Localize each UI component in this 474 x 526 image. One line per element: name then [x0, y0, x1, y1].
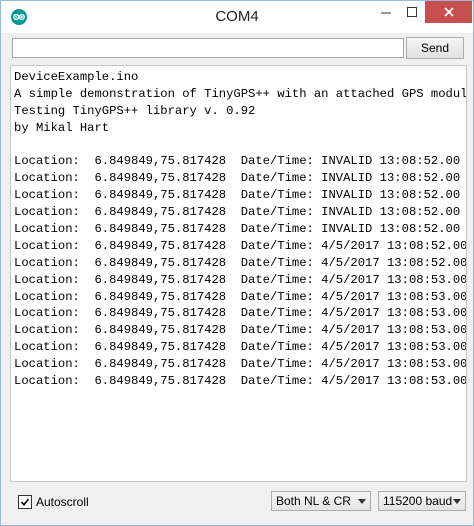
- output-line: Location: 6.849849,75.817428 Date/Time: …: [14, 222, 461, 237]
- output-line: Location: 6.849849,75.817428 Date/Time: …: [14, 289, 467, 304]
- output-text: DeviceExample.ino A simple demonstration …: [14, 69, 466, 390]
- line-ending-select[interactable]: Both NL & CR: [271, 491, 371, 511]
- close-icon: [443, 7, 454, 17]
- output-line: A simple demonstration of TinyGPS++ with…: [14, 86, 467, 101]
- send-row: Send: [1, 33, 473, 63]
- output-line: Location: 6.849849,75.817428 Date/Time: …: [14, 188, 461, 203]
- baud-rate-select[interactable]: 115200 baud: [378, 491, 466, 511]
- checkmark-icon: [20, 498, 30, 507]
- maximize-icon: [407, 7, 417, 17]
- output-line: Location: 6.849849,75.817428 Date/Time: …: [14, 323, 467, 338]
- minimize-icon: [381, 12, 391, 14]
- maximize-button[interactable]: [399, 1, 425, 23]
- bottom-bar: Autoscroll Both NL & CR 115200 baud: [1, 485, 473, 525]
- output-line: Location: 6.849849,75.817428 Date/Time: …: [14, 238, 467, 253]
- send-button[interactable]: Send: [406, 37, 464, 59]
- line-ending-value: Both NL & CR: [276, 494, 351, 508]
- output-line: Location: 6.849849,75.817428 Date/Time: …: [14, 255, 467, 270]
- minimize-button[interactable]: [373, 1, 399, 23]
- output-line: Testing TinyGPS++ library v. 0.92: [14, 103, 256, 118]
- autoscroll-toggle[interactable]: Autoscroll: [18, 495, 89, 509]
- output-line: Location: 6.849849,75.817428 Date/Time: …: [14, 171, 461, 186]
- close-button[interactable]: [425, 1, 472, 23]
- output-line: DeviceExample.ino: [14, 70, 139, 84]
- output-line: Location: 6.849849,75.817428 Date/Time: …: [14, 272, 467, 287]
- output-line: Location: 6.849849,75.817428 Date/Time: …: [14, 340, 467, 355]
- serial-input[interactable]: [12, 38, 404, 58]
- chevron-down-icon: [358, 499, 366, 504]
- title-bar[interactable]: COM4: [1, 1, 473, 33]
- chevron-down-icon: [453, 499, 461, 504]
- baud-rate-value: 115200 baud: [383, 494, 453, 508]
- serial-monitor-window: COM4 Send DeviceExample.ino A simple demo…: [0, 0, 474, 526]
- output-line: Location: 6.849849,75.817428 Date/Time: …: [14, 154, 461, 169]
- autoscroll-label: Autoscroll: [36, 495, 89, 509]
- output-line: Location: 6.849849,75.817428 Date/Time: …: [14, 374, 467, 389]
- output-line: by Mikal Hart: [14, 120, 110, 135]
- output-line: Location: 6.849849,75.817428 Date/Time: …: [14, 205, 461, 220]
- output-line: Location: 6.849849,75.817428 Date/Time: …: [14, 306, 467, 321]
- serial-output[interactable]: DeviceExample.ino A simple demonstration …: [10, 65, 467, 482]
- output-line: Location: 6.849849,75.817428 Date/Time: …: [14, 357, 467, 372]
- autoscroll-checkbox[interactable]: [18, 495, 32, 509]
